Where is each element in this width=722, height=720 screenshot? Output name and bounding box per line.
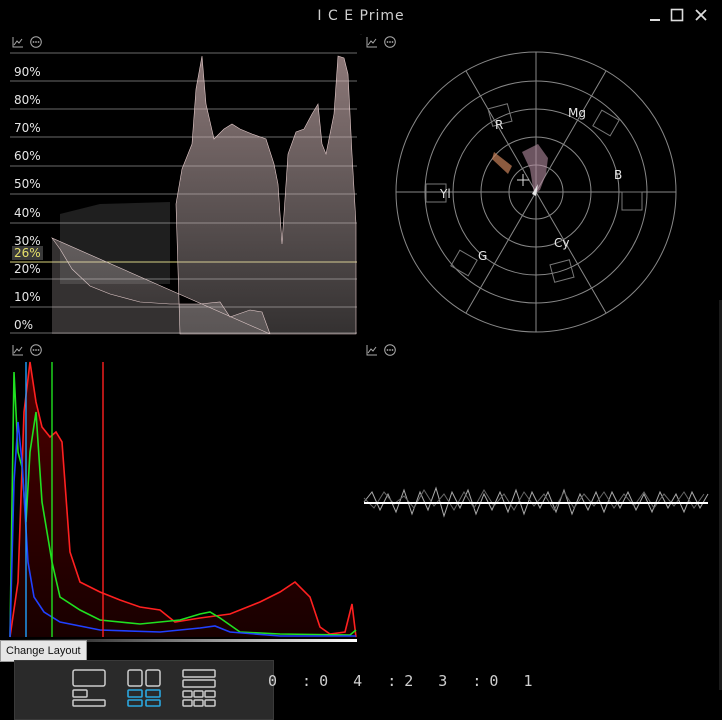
vectorscope-label-cy: Cy xyxy=(554,236,570,250)
waveform-label: 50% xyxy=(14,177,41,191)
waveform-label: 60% xyxy=(14,149,41,163)
waveform-label: 10% xyxy=(14,290,41,304)
timecode: 0 :0 4 :2 3 :0 1 xyxy=(268,672,541,690)
audio-panel xyxy=(362,342,720,642)
layout-quad-button[interactable] xyxy=(126,669,162,707)
layout-selector xyxy=(14,660,274,720)
waveform-label: 20% xyxy=(14,262,41,276)
maximize-icon[interactable] xyxy=(668,8,686,26)
audio-waveform-graph xyxy=(363,486,709,518)
change-layout-tooltip: Change Layout xyxy=(0,640,87,662)
window-title: I C E Prime xyxy=(317,8,405,24)
close-icon[interactable] xyxy=(692,8,710,26)
waveform-graph xyxy=(10,52,357,335)
waveform-label: 70% xyxy=(14,121,41,135)
waveform-label: 0% xyxy=(14,318,34,332)
title-bar: I C E Prime xyxy=(0,0,722,35)
waveform-label: 80% xyxy=(14,93,41,107)
vectorscope-label-b: B xyxy=(614,168,623,182)
waveform-label: 40% xyxy=(14,206,41,220)
histogram-graph xyxy=(9,361,357,642)
waveform-label: 90% xyxy=(14,65,41,79)
vectorscope-label-mg: Mg xyxy=(568,106,586,120)
vectorscope-label-g: G xyxy=(478,249,488,263)
histogram-panel xyxy=(0,342,360,642)
vectorscope-label-yl: Yl xyxy=(440,187,451,201)
layout-six-button[interactable] xyxy=(181,669,217,707)
vectorscope-label-r: R xyxy=(495,118,504,132)
waveform-panel: 90% 80% 70% 60% 50% 40% 30% 20% 10% 0% 2… xyxy=(0,34,360,342)
vectorscope-panel: R Mg B Yl G Cy xyxy=(362,34,722,342)
layout-single-button[interactable] xyxy=(71,669,107,707)
marker-label: 26% xyxy=(12,246,43,260)
vectorscope-graph xyxy=(395,51,677,333)
minimize-icon[interactable] xyxy=(646,8,664,26)
